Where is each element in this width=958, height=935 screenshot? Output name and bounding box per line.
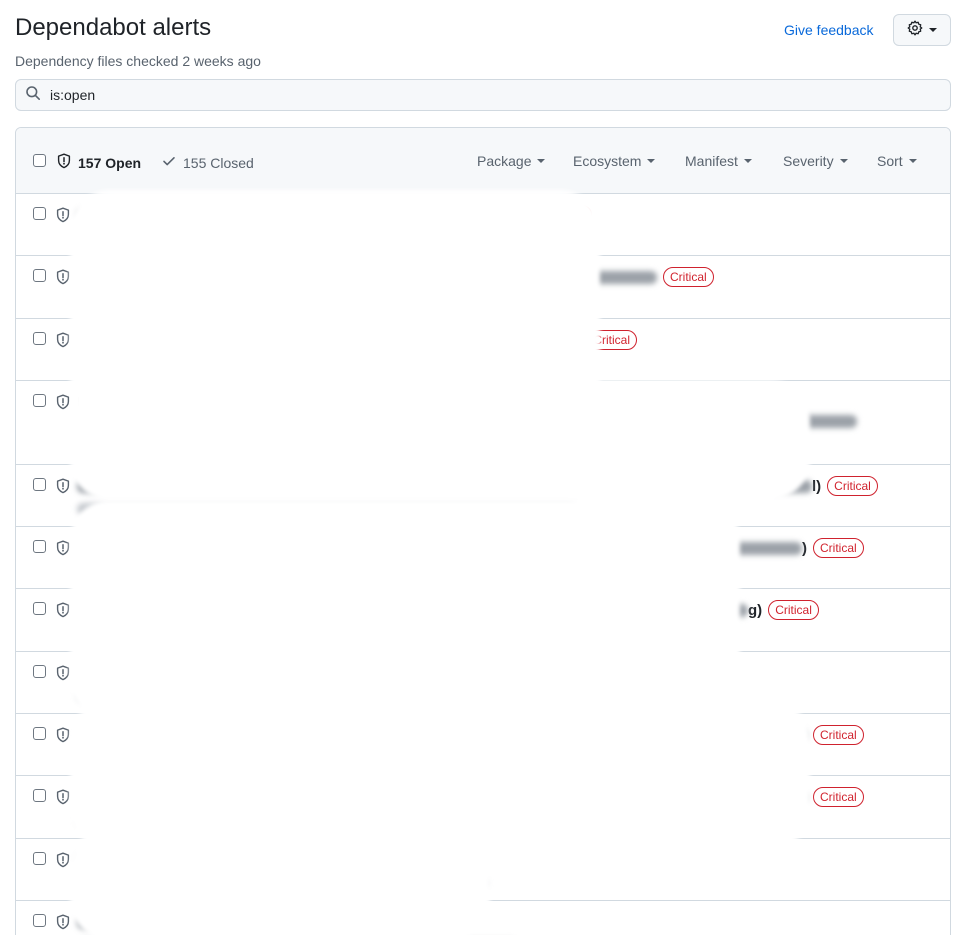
closed-count-label: 155 Closed [183, 154, 254, 171]
shield-icon [55, 727, 71, 748]
severity-badge: Critical [827, 476, 878, 496]
select-all-checkbox[interactable] [33, 154, 46, 167]
page-title: Dependabot alerts [15, 14, 212, 41]
give-feedback-link[interactable]: Give feedback [784, 22, 874, 38]
alert-checkbox[interactable] [33, 540, 46, 553]
chevron-down-icon [647, 159, 656, 163]
shield-icon [55, 207, 71, 228]
alert-title-text: g) [748, 601, 763, 619]
alert-checkbox[interactable] [33, 602, 46, 615]
closed-filter-tab[interactable]: 155 Closed [161, 153, 254, 172]
manifest-filter-label: Manifest [685, 153, 738, 169]
settings-menu-button[interactable] [893, 14, 951, 46]
shield-icon [55, 540, 71, 561]
shield-icon [55, 852, 71, 873]
shield-icon [56, 153, 72, 172]
ecosystem-filter-label: Ecosystem [573, 153, 642, 169]
shield-icon [55, 478, 71, 499]
shield-icon [55, 394, 71, 415]
open-count-label: 157 Open [78, 154, 142, 171]
alert-checkbox[interactable] [33, 665, 46, 678]
alert-checkbox[interactable] [33, 269, 46, 282]
sort-dropdown[interactable]: Sort [877, 153, 917, 169]
last-checked-text: Dependency files checked 2 weeks ago [15, 53, 261, 69]
severity-badge: Critical [768, 600, 819, 620]
sort-label: Sort [877, 153, 903, 169]
alert-title-text: l) [812, 477, 822, 495]
redaction-overlay [70, 700, 810, 850]
severity-badge: Critical [813, 787, 864, 807]
alert-checkbox[interactable] [33, 852, 46, 865]
package-filter-dropdown[interactable]: Package [477, 153, 546, 169]
severity-badge: Critical [813, 725, 864, 745]
severity-filter-label: Severity [783, 153, 834, 169]
chevron-down-icon [929, 28, 937, 32]
alert-checkbox[interactable] [33, 478, 46, 491]
alerts-list-header: 157 Open 155 Closed Package Ecosystem Ma… [16, 128, 950, 194]
ecosystem-filter-dropdown[interactable]: Ecosystem [573, 153, 656, 169]
chevron-down-icon [537, 159, 546, 163]
package-filter-label: Package [477, 153, 532, 169]
alert-checkbox[interactable] [33, 789, 46, 802]
shield-icon [55, 914, 71, 935]
search-bar[interactable] [15, 79, 951, 111]
redaction-overlay [70, 830, 490, 935]
gear-icon [907, 20, 923, 41]
shield-icon [55, 665, 71, 686]
severity-badge: Critical [813, 538, 864, 558]
chevron-down-icon [908, 159, 917, 163]
open-filter-tab[interactable]: 157 Open [56, 153, 141, 172]
shield-icon [55, 789, 71, 810]
alert-checkbox[interactable] [33, 394, 46, 407]
check-icon [161, 153, 177, 172]
alert-checkbox[interactable] [33, 914, 46, 927]
shield-icon [55, 332, 71, 353]
alert-checkbox[interactable] [33, 207, 46, 220]
severity-filter-dropdown[interactable]: Severity [783, 153, 848, 169]
manifest-filter-dropdown[interactable]: Manifest [685, 153, 752, 169]
redaction-overlay [70, 500, 740, 720]
alert-title-text: ) [802, 539, 807, 557]
redaction-overlay [70, 380, 810, 500]
search-icon [25, 85, 41, 106]
alert-checkbox[interactable] [33, 727, 46, 740]
alert-checkbox[interactable] [33, 332, 46, 345]
chevron-down-icon [839, 159, 848, 163]
chevron-down-icon [743, 159, 752, 163]
search-input[interactable] [50, 87, 930, 103]
shield-icon [55, 602, 71, 623]
severity-badge: Critical [663, 267, 714, 287]
shield-icon [55, 269, 71, 290]
